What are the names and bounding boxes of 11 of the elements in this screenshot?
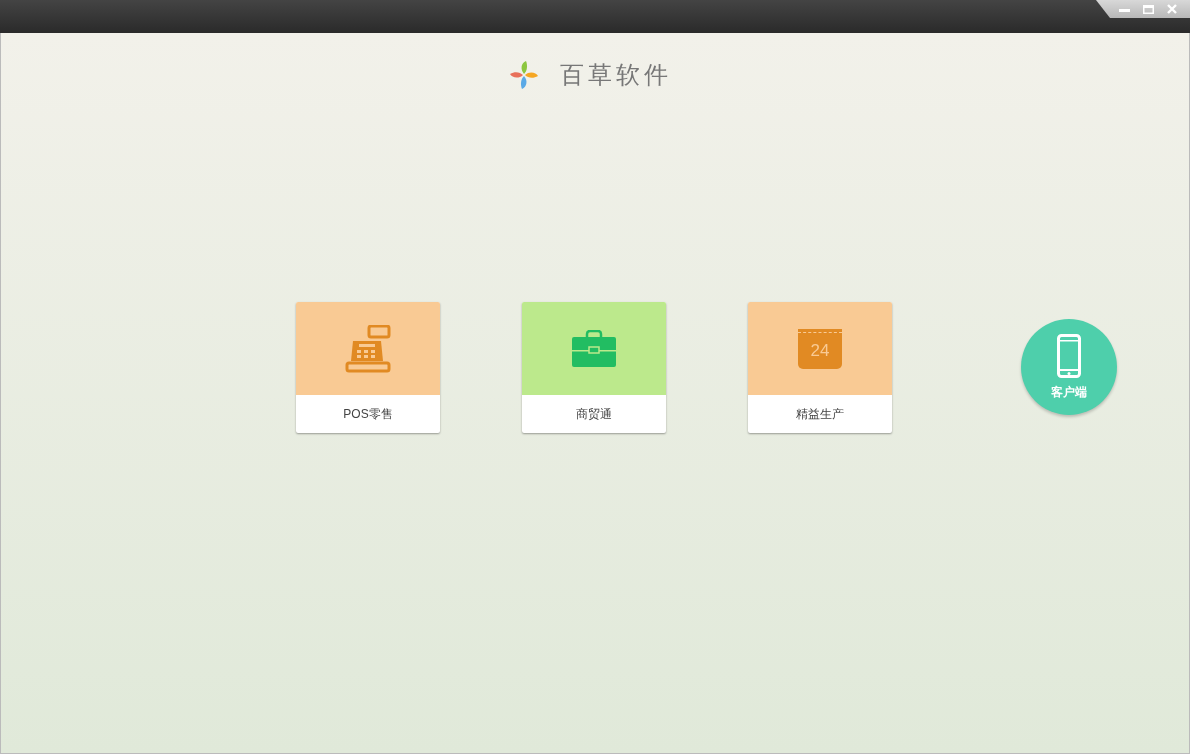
app-tile[interactable]: 商贸通: [522, 302, 666, 433]
cash-register-icon: [345, 324, 391, 373]
app-tile[interactable]: POS零售: [296, 302, 440, 433]
calendar-icon: 24: [798, 328, 842, 369]
phone-icon: [1057, 333, 1081, 378]
brand-name: 百草软件: [560, 60, 672, 91]
close-icon: [1167, 4, 1177, 14]
briefcase-icon: [571, 329, 617, 368]
app-tile[interactable]: 24 精益生产: [748, 302, 892, 433]
pinwheel-logo-icon: [508, 59, 540, 91]
maximize-icon: [1142, 4, 1154, 14]
